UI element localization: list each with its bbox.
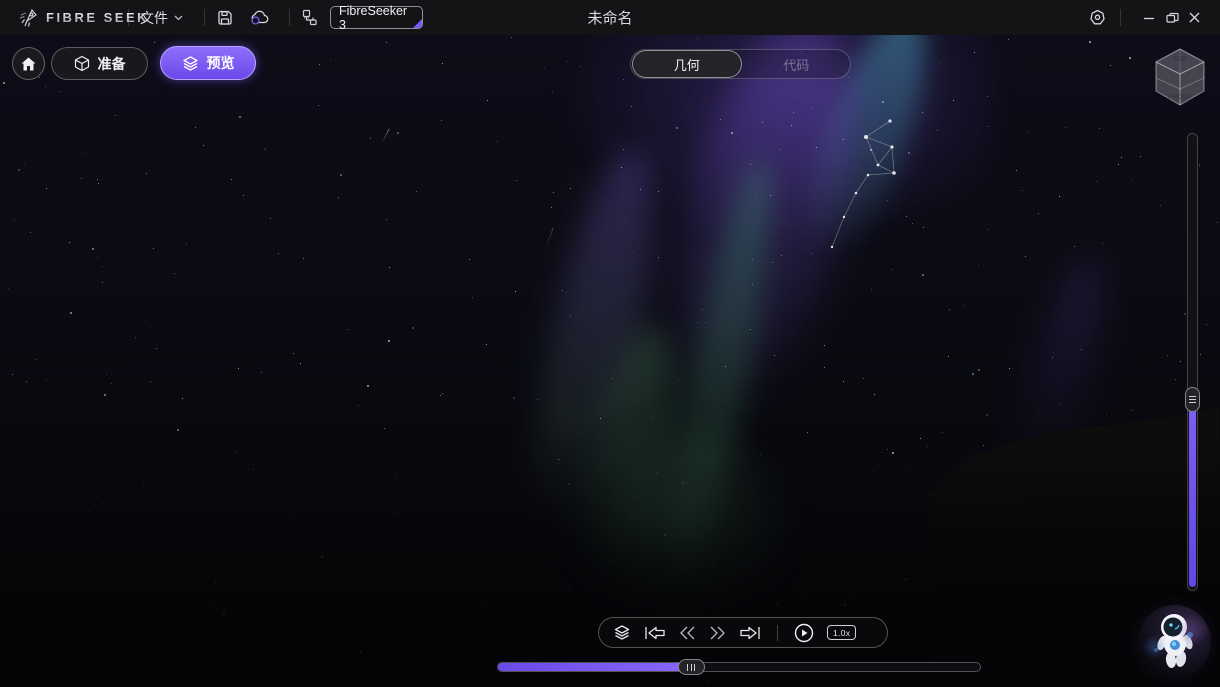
save-button[interactable] xyxy=(217,0,233,35)
stars-layer xyxy=(0,35,1220,687)
assistant-mascot[interactable] xyxy=(1138,605,1211,678)
bottom-vignette xyxy=(0,457,1220,687)
titlebar-divider xyxy=(289,9,290,26)
skip-to-start-icon xyxy=(644,625,666,641)
timeline-fill[interactable] xyxy=(498,663,692,671)
viewcube-gizmo[interactable]: TOP FRONT xyxy=(1152,47,1208,107)
node-tree-icon xyxy=(302,0,319,35)
project-name: FibreSeeker 3 xyxy=(339,4,414,32)
aurora-ribbon xyxy=(639,35,887,428)
meteor-streak xyxy=(381,129,389,144)
project-corner-badge xyxy=(413,19,422,28)
nebula-glow xyxy=(1178,613,1208,647)
play-icon xyxy=(794,623,814,643)
vertical-slider-handle[interactable] xyxy=(1185,387,1200,412)
close-button[interactable] xyxy=(1189,0,1200,35)
fast-forward-button[interactable] xyxy=(709,626,726,640)
app-logo: FIBRE SEEK xyxy=(18,0,149,35)
aurora-ribbon xyxy=(997,252,1117,517)
vertical-slider-fill[interactable] xyxy=(1189,399,1196,587)
meteor-streak xyxy=(545,227,553,248)
timeline-handle[interactable] xyxy=(678,659,705,675)
file-menu[interactable]: 文件 xyxy=(140,0,183,35)
minimize-button[interactable] xyxy=(1143,0,1155,35)
home-button[interactable] xyxy=(12,47,45,80)
view-mode-toggle: 几何 代码 xyxy=(630,49,851,79)
document-title: 未命名 xyxy=(587,0,632,35)
titlebar: FIBRE SEEK 文件 xyxy=(0,0,1220,35)
app-window: FIBRE SEEK 文件 xyxy=(0,0,1220,687)
tab-geometry[interactable]: 几何 xyxy=(632,50,742,78)
fast-forward-icon xyxy=(709,626,726,640)
skip-to-end-icon xyxy=(739,625,761,641)
prepare-label: 准备 xyxy=(98,54,126,74)
viewport-canvas[interactable]: 准备 预览 几何 代码 xyxy=(0,35,1220,687)
code-label: 代码 xyxy=(783,55,809,74)
aurora-ribbon xyxy=(652,153,791,586)
rewind-button[interactable] xyxy=(679,626,696,640)
aurora-glow xyxy=(560,415,800,615)
speed-button[interactable]: 1.0x xyxy=(827,625,856,640)
home-icon xyxy=(21,57,36,71)
timeline-slider xyxy=(497,658,981,676)
layers-icon xyxy=(182,55,199,72)
nebula-glow xyxy=(1142,635,1166,659)
minimize-icon xyxy=(1143,12,1155,24)
prepare-button[interactable]: 准备 xyxy=(51,47,148,80)
tab-code[interactable]: 代码 xyxy=(743,50,851,78)
cloud-sync-button[interactable] xyxy=(250,0,270,35)
layers-toggle-button[interactable] xyxy=(613,624,631,641)
chevron-down-icon xyxy=(174,15,183,21)
viewcube-top-label: TOP xyxy=(1173,57,1187,63)
titlebar-divider xyxy=(1120,9,1121,26)
constellation-overlay xyxy=(818,113,910,263)
maximize-button[interactable] xyxy=(1166,0,1179,35)
cloud-sync-icon xyxy=(250,10,270,25)
gear-icon xyxy=(1089,9,1106,26)
vertical-slider xyxy=(1187,133,1198,591)
speed-label: 1.0x xyxy=(833,628,850,638)
maximize-icon xyxy=(1166,12,1179,24)
rewind-icon xyxy=(679,626,696,640)
playback-bar: 1.0x xyxy=(598,617,888,648)
file-menu-label: 文件 xyxy=(140,8,168,28)
titlebar-divider xyxy=(128,9,129,26)
logo-text: FIBRE SEEK xyxy=(46,10,149,25)
cube-icon xyxy=(74,55,90,72)
aurora-ribbon xyxy=(512,140,676,539)
geometry-label: 几何 xyxy=(674,55,700,74)
playbar-divider xyxy=(777,625,778,641)
close-icon xyxy=(1189,12,1200,23)
play-button[interactable] xyxy=(794,623,814,643)
floppy-save-icon xyxy=(217,10,233,26)
preview-label: 预览 xyxy=(207,53,235,73)
rocket-icon xyxy=(18,7,39,29)
layers-icon xyxy=(613,624,631,641)
preview-button[interactable]: 预览 xyxy=(160,46,256,80)
skip-to-start-button[interactable] xyxy=(644,625,666,641)
project-selector[interactable]: FibreSeeker 3 xyxy=(330,6,423,29)
settings-button[interactable] xyxy=(1089,0,1106,35)
titlebar-divider xyxy=(204,9,205,26)
aurora-ribbon xyxy=(577,321,690,609)
skip-to-end-button[interactable] xyxy=(739,625,761,641)
viewcube-front-label: FRONT xyxy=(1168,95,1191,101)
